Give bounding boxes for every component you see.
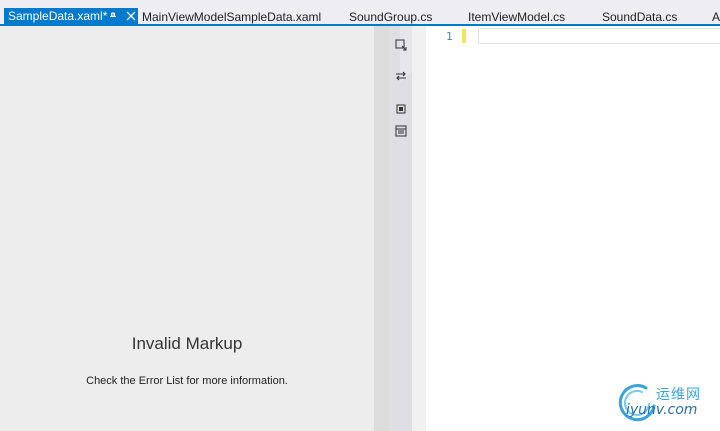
xaml-design-surface[interactable]: Invalid Markup Check the Error List for … bbox=[0, 26, 374, 431]
tab-soundgroup-cs[interactable]: SoundGroup.cs bbox=[349, 9, 432, 25]
pin-icon[interactable] bbox=[107, 8, 119, 25]
code-editor[interactable]: 1 bbox=[426, 26, 720, 431]
invalid-markup-detail: Check the Error List for more informatio… bbox=[86, 375, 288, 387]
tab-label: SampleData.xaml* bbox=[8, 9, 108, 23]
tab-mainviewmodelsampledata-xaml[interactable]: MainViewModelSampleData.xaml bbox=[142, 9, 321, 25]
swap-panes-icon[interactable] bbox=[394, 69, 408, 83]
document-tab-strip: SampleData.xaml* MainViewModelSampleData… bbox=[0, 0, 720, 26]
unsaved-change-marker bbox=[462, 29, 466, 43]
line-number: 1 bbox=[446, 30, 453, 43]
tab-label: SoundGroup.cs bbox=[349, 10, 433, 24]
tab-label: A bbox=[712, 10, 720, 24]
toolstrip-shade bbox=[390, 26, 412, 431]
close-icon[interactable] bbox=[125, 8, 137, 25]
collapse-pane-icon[interactable] bbox=[394, 102, 408, 116]
tab-label: ItemViewModel.cs bbox=[468, 10, 566, 24]
tab-label: SoundData.cs bbox=[602, 10, 678, 24]
design-pane-scroll-gutter[interactable] bbox=[374, 26, 390, 431]
pane-toolstrip bbox=[390, 26, 412, 431]
invalid-markup-title: Invalid Markup bbox=[131, 334, 243, 353]
zoom-to-fit-icon[interactable] bbox=[394, 38, 408, 52]
split-view-icon[interactable] bbox=[394, 124, 408, 138]
watermark-url-text: iyunv.com bbox=[626, 402, 698, 418]
tab-label: MainViewModelSampleData.xaml bbox=[142, 10, 322, 24]
watermark-logo: 运维网 iyunv.com bbox=[616, 378, 720, 428]
tab-overflow[interactable]: A bbox=[712, 9, 720, 25]
pane-splitter[interactable] bbox=[412, 26, 426, 431]
tab-itemviewmodel-cs[interactable]: ItemViewModel.cs bbox=[468, 9, 565, 25]
watermark-cn-text: 运维网 bbox=[656, 387, 701, 403]
current-line-highlight[interactable] bbox=[478, 28, 720, 44]
tab-sounddata-cs[interactable]: SoundData.cs bbox=[602, 9, 677, 25]
tab-sampledata-xaml[interactable]: SampleData.xaml* bbox=[4, 8, 138, 25]
